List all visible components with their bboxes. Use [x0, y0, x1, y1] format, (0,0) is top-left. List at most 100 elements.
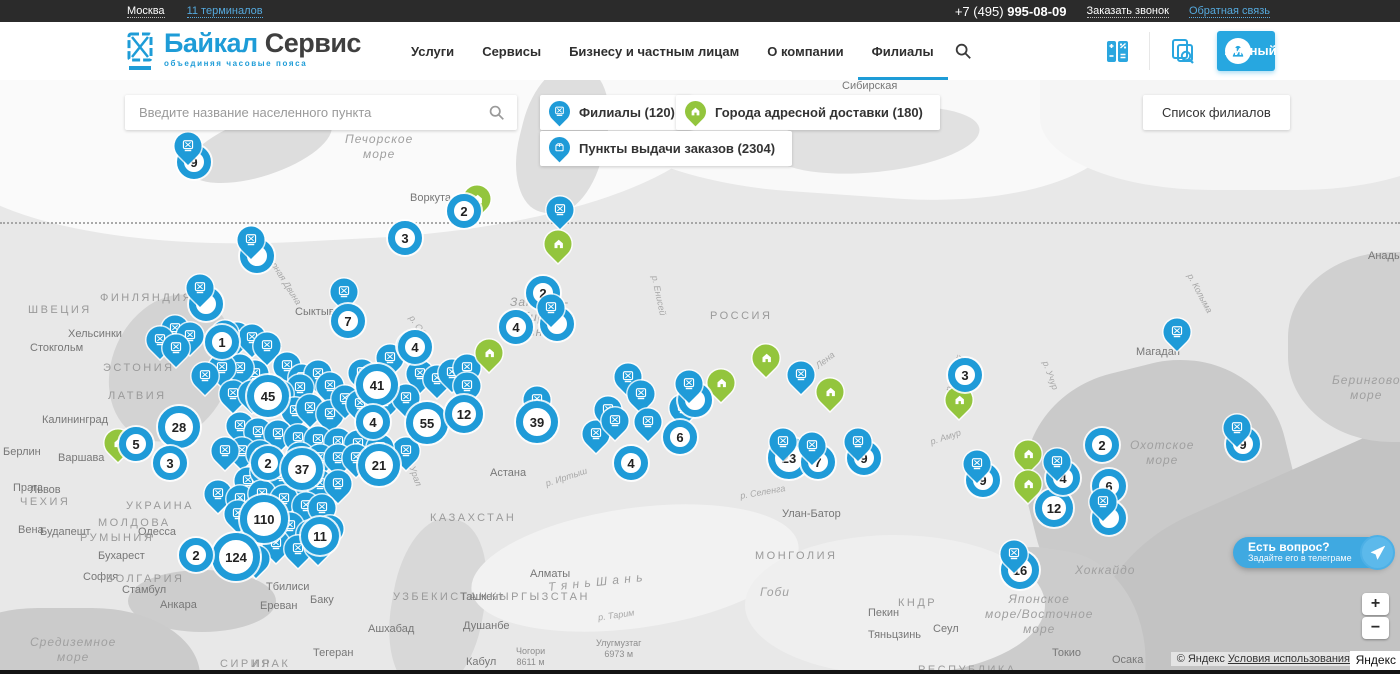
map-label: Чогори 8611 м [516, 646, 546, 668]
map-cluster-marker[interactable]: 2 [251, 446, 285, 480]
order-call-link[interactable]: Заказать звонок [1086, 5, 1169, 18]
telegram-icon [1359, 535, 1395, 570]
map-cluster-marker[interactable]: 39 [516, 401, 558, 443]
map-label: р. Учур [1040, 359, 1061, 392]
map-cluster-marker[interactable]: 12 [1035, 489, 1073, 527]
map-cluster-marker[interactable]: 2 [447, 194, 481, 228]
map-label: ЧЕХИЯ [20, 496, 71, 508]
map-label: р. Енисей [649, 274, 668, 317]
map-label: ШВЕЦИЯ [28, 304, 92, 316]
nav-item-3[interactable]: О компании [753, 22, 857, 80]
map-cluster-marker[interactable]: 1 [205, 325, 239, 359]
map-label: Вена [18, 524, 44, 536]
map-label: РУМЫНИЯ [80, 532, 155, 544]
map-label: р. Колыма [1185, 272, 1215, 315]
terms-link[interactable]: Условия использования [1228, 653, 1350, 665]
map-label: Бухарест [98, 550, 145, 562]
branch-list-button[interactable]: Список филиалов [1143, 95, 1290, 130]
user-icon [1225, 38, 1251, 64]
logo-box-icon [127, 32, 153, 70]
map-cluster-marker[interactable]: 3 [153, 446, 187, 480]
top-bar: Москва 11 терминалов +7 (495) 995-08-09 … [0, 0, 1400, 22]
map-cluster-marker[interactable]: 21 [358, 444, 400, 486]
map-cluster-marker[interactable]: 28 [158, 406, 200, 448]
feedback-link[interactable]: Обратная связь [1188, 5, 1270, 18]
page: Москва 11 терминалов +7 (495) 995-08-09 … [0, 0, 1400, 674]
map-label: Хельсинки [68, 328, 122, 340]
phone-number: +7 (495) 995-08-09 [954, 3, 1067, 19]
zoom-out-button[interactable]: − [1362, 617, 1389, 639]
map-label: Кабул [466, 656, 497, 668]
map-label: р. Амур [929, 427, 963, 447]
nav-item-4[interactable]: Филиалы [857, 22, 948, 80]
city-selector[interactable]: Москва [127, 5, 165, 18]
nav-item-2[interactable]: Бизнесу и частным лицам [555, 22, 753, 80]
map-cluster-marker[interactable]: 4 [614, 446, 648, 480]
map-label: МОЛДОВА [98, 517, 171, 529]
map-cluster-marker[interactable]: 5 [119, 427, 153, 461]
map-label: Львов [30, 484, 61, 496]
map-cluster-marker[interactable]: 7 [331, 304, 365, 338]
map-label: Будапешт [40, 526, 91, 538]
branch-pin-icon [544, 96, 575, 126]
map-attribution: © Яндекс Условия использования [1170, 652, 1356, 666]
map-label: София [83, 571, 119, 583]
map-label: р. Иртыш [544, 465, 589, 489]
map-branch-pin[interactable] [628, 402, 668, 442]
footer-strip [0, 670, 1400, 674]
map-cluster-marker[interactable]: 4 [499, 310, 533, 344]
map-city-pin[interactable] [538, 224, 578, 264]
nav-item-0[interactable]: Услуги [397, 22, 468, 80]
map-cluster-marker[interactable]: 41 [356, 364, 398, 406]
map-search-input[interactable] [139, 105, 488, 120]
account-button[interactable]: Личный кабинет [1217, 31, 1331, 71]
search-icon[interactable] [954, 42, 972, 60]
map-cluster-marker[interactable]: 45 [247, 375, 289, 417]
map-label: РОССИЯ [710, 310, 773, 322]
parcel-pin-icon [544, 132, 575, 162]
polar-circle-line [0, 222, 1400, 224]
map-cluster-marker[interactable]: 2 [1085, 428, 1119, 462]
map-cluster-marker[interactable]: 12 [445, 395, 483, 433]
map-cluster-marker[interactable]: 124 [212, 533, 260, 581]
map-label: р. Селенга [739, 483, 787, 501]
search-icon[interactable] [488, 104, 505, 121]
map-label: Улугмузтаг 6973 м [596, 638, 642, 660]
map-cluster-marker[interactable]: 11 [301, 517, 339, 555]
map-label: Тегеран [313, 647, 354, 659]
filter-branches[interactable]: Филиалы (120) [540, 95, 692, 130]
nav-item-1[interactable]: Сервисы [468, 22, 555, 80]
terminals-link[interactable]: 11 терминалов [186, 5, 263, 18]
header: Байкал Сервис объединяя часовые пояса Ус… [0, 22, 1400, 80]
logo[interactable]: Байкал Сервис объединяя часовые пояса [125, 30, 361, 72]
tracking-icon[interactable] [1167, 36, 1197, 66]
map-label: Варшава [58, 452, 105, 464]
zoom-in-button[interactable]: + [1362, 593, 1389, 615]
map-cluster-marker[interactable]: 4 [398, 330, 432, 364]
map-cluster-marker[interactable]: 4 [356, 405, 390, 439]
yandex-badge: Яндекс [1349, 651, 1400, 670]
map-branch-pin[interactable] [781, 355, 821, 395]
map-cluster-marker[interactable]: 6 [663, 420, 697, 454]
map-cluster-marker[interactable]: 3 [948, 358, 982, 392]
filter-delivery-cities[interactable]: Города адресной доставки (180) [676, 95, 940, 130]
map-label: Стокгольм [30, 342, 84, 354]
map-cluster-marker[interactable]: 3 [388, 221, 422, 255]
map-cluster-marker[interactable]: 37 [281, 448, 323, 490]
calculator-icon[interactable] [1102, 36, 1132, 66]
map-city-pin[interactable] [746, 338, 786, 378]
map-canvas[interactable]: Печорское мореСибирскаяостьФИНЛЯНДИЯШВЕЦ… [0, 80, 1400, 670]
telegram-chat-widget[interactable]: Есть вопрос? Задайте его в телеграме [1233, 535, 1395, 570]
map-cluster-marker[interactable]: 55 [406, 402, 448, 444]
map-city-pin[interactable] [810, 372, 850, 412]
divider [1149, 32, 1150, 70]
map-label: Одесса [138, 526, 176, 538]
map-label: Калининград [42, 414, 109, 426]
filter-pickup-points[interactable]: Пункты выдачи заказов (2304) [540, 131, 793, 166]
map-label: Улан-Батор [782, 508, 841, 520]
main-nav: Услуги Сервисы Бизнесу и частным лицам О ко… [397, 22, 948, 80]
map-terrain-shape [1288, 252, 1400, 442]
map-label: УКРАИНА [126, 500, 195, 512]
map-cluster-marker[interactable]: 2 [179, 538, 213, 572]
map-branch-pin[interactable] [1157, 312, 1197, 352]
